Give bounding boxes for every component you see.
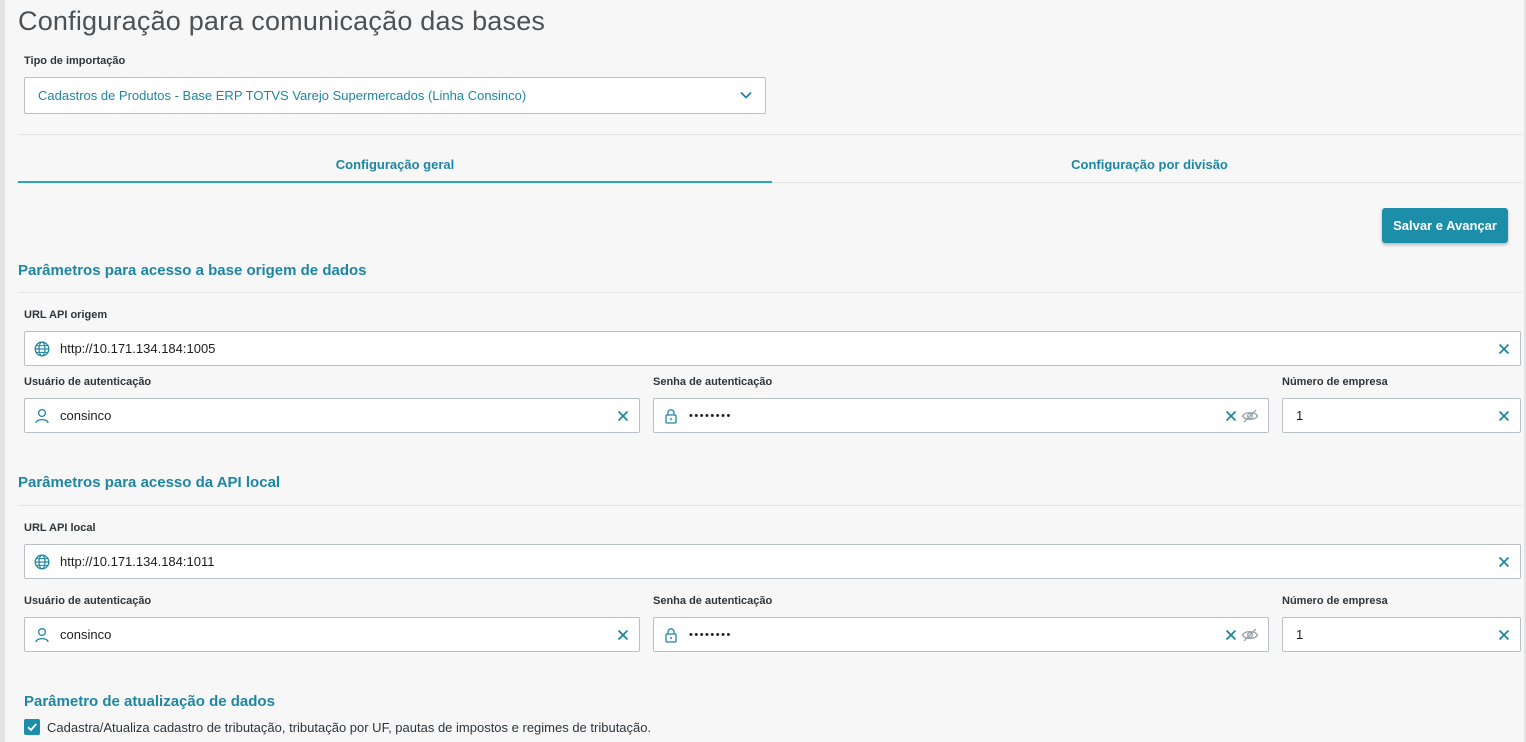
divider	[18, 134, 1523, 135]
close-icon[interactable]	[617, 629, 629, 641]
origin-password-field[interactable]: ••••••••	[653, 398, 1269, 433]
origin-url-field[interactable]: http://10.171.134.184:1005	[24, 331, 1521, 366]
divider	[18, 505, 1523, 506]
globe-icon	[34, 341, 50, 356]
save-and-next-button[interactable]: Salvar e Avançar	[1382, 208, 1508, 243]
local-user-label: Usuário de autenticação	[24, 595, 152, 607]
eye-off-icon[interactable]	[1241, 627, 1259, 643]
local-section-title: Parâmetros para acesso da API local	[18, 474, 281, 491]
globe-icon	[34, 554, 50, 569]
local-company-value: 1	[1296, 627, 1304, 642]
origin-section-title: Parâmetros para acesso a base origem de …	[18, 262, 367, 279]
local-url-field[interactable]: http://10.171.134.184:1011	[24, 544, 1521, 579]
lock-icon	[665, 627, 677, 643]
local-company-field[interactable]: 1	[1282, 617, 1521, 652]
origin-password-label: Senha de autenticação	[653, 376, 773, 388]
local-company-label: Número de empresa	[1282, 595, 1388, 607]
left-edge	[0, 0, 5, 742]
update-tax-checkbox[interactable]	[24, 719, 40, 735]
origin-company-field[interactable]: 1	[1282, 398, 1521, 433]
local-user-field[interactable]: consinco	[24, 617, 640, 652]
close-icon[interactable]	[1225, 410, 1237, 422]
chevron-down-icon	[740, 91, 752, 99]
close-icon[interactable]	[1498, 410, 1510, 422]
origin-url-value: http://10.171.134.184:1005	[60, 341, 216, 356]
origin-company-label: Número de empresa	[1282, 376, 1388, 388]
local-url-value: http://10.171.134.184:1011	[60, 554, 215, 569]
origin-user-value: consinco	[60, 408, 112, 423]
user-icon	[35, 627, 49, 642]
tabs-divider	[772, 182, 1523, 183]
close-icon[interactable]	[1498, 629, 1510, 641]
check-icon	[27, 723, 37, 732]
origin-password-value: ••••••••	[689, 409, 732, 422]
origin-url-label: URL API origem	[24, 309, 108, 321]
tab-general-config-label: Configuração geral	[335, 157, 455, 172]
origin-user-label: Usuário de autenticação	[24, 376, 152, 388]
origin-company-value: 1	[1296, 408, 1304, 423]
tab-division-config[interactable]: Configuração por divisão	[772, 146, 1526, 183]
close-icon[interactable]	[1225, 629, 1237, 641]
update-section-title: Parâmetro de atualização de dados	[24, 693, 275, 710]
divider	[18, 292, 1523, 293]
import-type-label: Tipo de importação	[24, 55, 126, 67]
import-type-select[interactable]: Cadastros de Produtos - Base ERP TOTVS V…	[24, 77, 766, 114]
local-password-value: ••••••••	[689, 628, 732, 641]
origin-user-field[interactable]: consinco	[24, 398, 640, 433]
update-tax-checkbox-label[interactable]: Cadastra/Atualiza cadastro de tributação…	[47, 720, 651, 735]
close-icon[interactable]	[1498, 556, 1510, 568]
user-icon	[35, 408, 49, 423]
eye-off-icon[interactable]	[1241, 408, 1259, 424]
lock-icon	[665, 408, 677, 424]
tab-division-config-label: Configuração por divisão	[1071, 157, 1228, 172]
local-password-field[interactable]: ••••••••	[653, 617, 1269, 652]
tab-general-config[interactable]: Configuração geral	[18, 146, 772, 183]
close-icon[interactable]	[1498, 343, 1510, 355]
local-user-value: consinco	[60, 627, 112, 642]
local-password-label: Senha de autenticação	[653, 595, 773, 607]
page-title: Configuração para comunicação das bases	[18, 6, 546, 36]
close-icon[interactable]	[617, 410, 629, 422]
local-url-label: URL API local	[24, 522, 96, 534]
import-type-value: Cadastros de Produtos - Base ERP TOTVS V…	[38, 88, 527, 103]
